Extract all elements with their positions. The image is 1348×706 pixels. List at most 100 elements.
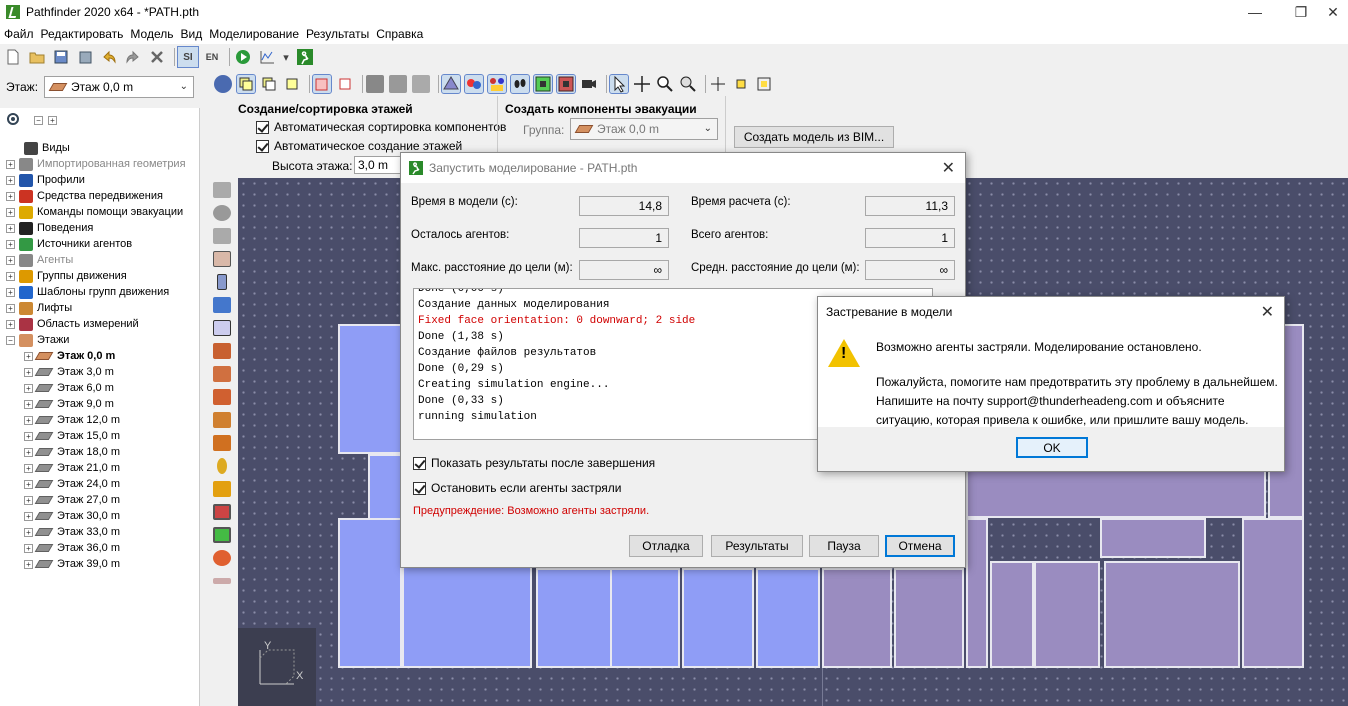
zoom-icon[interactable] (656, 75, 674, 93)
group-dropdown[interactable]: Этаж 0,0 m ⌄ (570, 118, 718, 140)
room[interactable] (402, 558, 532, 668)
tree-item[interactable]: + Поведения (6, 220, 93, 236)
render-mode-shade-icon[interactable] (389, 75, 407, 93)
show-results-checkbox[interactable]: Показать результаты после завершения (413, 456, 655, 470)
auto-create-checkbox[interactable]: Автоматическое создание этажей (256, 139, 462, 153)
tree-floor-item[interactable]: + Этаж 18,0 m (24, 444, 120, 460)
tree-expand-icon[interactable]: + (6, 159, 15, 169)
tree-expand-icon[interactable]: + (6, 287, 15, 297)
exit-runner-icon[interactable] (295, 47, 315, 67)
tree-expand-icon[interactable]: + (24, 495, 33, 505)
place-group-icon[interactable] (213, 481, 231, 497)
expand-all-icon[interactable]: + (48, 116, 57, 125)
room[interactable] (536, 568, 612, 668)
place-agent-icon[interactable] (217, 458, 227, 474)
zoom-extents-icon[interactable] (732, 75, 750, 93)
select-component-icon[interactable] (283, 75, 301, 93)
en-units-button[interactable]: EN (202, 47, 222, 67)
draw-ramp-icon[interactable] (213, 389, 231, 405)
tree-expand-icon[interactable]: + (24, 559, 33, 569)
zoom-box-icon[interactable] (679, 75, 697, 93)
tree-expand-icon[interactable]: + (24, 479, 33, 489)
menu-edit[interactable]: Редактировать (41, 27, 124, 41)
measurement-region-icon[interactable] (213, 504, 231, 520)
draw-room-icon[interactable] (213, 251, 231, 267)
tree-expand-icon[interactable]: + (24, 543, 33, 553)
tree-floor-item[interactable]: + Этаж 3,0 m (24, 364, 114, 380)
tree-item[interactable]: + Лифты (6, 300, 72, 316)
tree-expand-icon[interactable]: + (6, 319, 15, 329)
navigation-view-icon[interactable] (214, 75, 232, 93)
room[interactable] (1242, 518, 1304, 668)
tree-item[interactable]: + Профили (6, 172, 85, 188)
draw-escalator-icon[interactable] (213, 412, 231, 428)
show-agents-icon[interactable] (464, 74, 484, 94)
menu-help[interactable]: Справка (376, 27, 423, 41)
run-simulation-icon[interactable] (233, 47, 253, 67)
tree-item[interactable]: − Этажи (6, 332, 69, 348)
tree-floor-item[interactable]: + Этаж 12,0 m (24, 412, 120, 428)
draw-elevator-icon[interactable] (213, 435, 231, 451)
render-mode-solid-icon[interactable] (366, 75, 384, 93)
tree-item[interactable]: + Средства передвижения (6, 188, 163, 204)
menu-model[interactable]: Модель (130, 27, 173, 41)
tree-item[interactable]: + Агенты (6, 252, 73, 268)
room[interactable] (1034, 561, 1100, 668)
tree-expand-icon[interactable]: + (6, 239, 15, 249)
corridor[interactable] (368, 454, 402, 520)
undo-icon[interactable] (99, 47, 119, 67)
room[interactable] (338, 518, 402, 668)
tree-floor-item[interactable]: + Этаж 27,0 m (24, 492, 120, 508)
room[interactable] (610, 568, 680, 668)
draw-door-icon[interactable] (213, 297, 231, 313)
tree-item[interactable]: + Область измерений (6, 316, 139, 332)
menu-results[interactable]: Результаты (306, 27, 369, 41)
tree-expand-icon[interactable]: + (24, 527, 33, 537)
checkbox-box[interactable] (256, 120, 269, 134)
agent-source-icon[interactable] (213, 527, 231, 543)
room[interactable] (822, 568, 892, 668)
ok-button[interactable]: OK (1016, 437, 1088, 458)
room[interactable] (338, 324, 402, 454)
tree-expand-icon[interactable]: + (6, 303, 15, 313)
pointer-select-icon[interactable] (609, 74, 629, 94)
tree-expand-icon[interactable]: + (6, 191, 15, 201)
paint-tool-icon[interactable] (213, 550, 231, 566)
new-file-icon[interactable] (3, 47, 23, 67)
rotate-tool-icon[interactable] (213, 205, 231, 221)
tree-expand-icon[interactable]: + (6, 207, 15, 217)
tree-floor-item[interactable]: + Этаж 39,0 m (24, 556, 120, 572)
tree-floor-item[interactable]: + Этаж 30,0 m (24, 508, 120, 524)
si-units-button[interactable]: SI (177, 46, 199, 68)
checkbox-box[interactable] (256, 139, 269, 153)
show-measurement-icon[interactable] (556, 74, 576, 94)
tree-expand-icon[interactable]: + (6, 271, 15, 281)
tree-expand-icon[interactable]: + (24, 383, 33, 393)
view-3d-box-icon[interactable] (312, 74, 332, 94)
orbit-tool-icon[interactable] (213, 228, 231, 244)
room[interactable] (894, 568, 964, 668)
tree-item[interactable]: + Шаблоны групп движения (6, 284, 169, 300)
room[interactable] (1100, 518, 1206, 558)
tree-floor-item[interactable]: + Этаж 15,0 m (24, 428, 120, 444)
draw-wall-icon[interactable] (217, 274, 227, 290)
show-footprints-icon[interactable] (510, 74, 530, 94)
tree-floor-item[interactable]: + Этаж 33,0 m (24, 524, 120, 540)
minimize-button[interactable]: — (1232, 0, 1278, 24)
tree-expand-icon[interactable]: + (24, 447, 33, 457)
pause-button[interactable]: Пауза (809, 535, 879, 557)
tree-item[interactable]: + Источники агентов (6, 236, 132, 252)
checkbox-box[interactable] (413, 481, 426, 495)
close-icon[interactable]: ✕ (942, 158, 955, 178)
floor-height-input[interactable]: 3,0 m (354, 156, 404, 174)
close-icon[interactable]: ✕ (1261, 302, 1274, 322)
snap-grid-icon[interactable] (709, 75, 727, 93)
floor-dropdown[interactable]: Этаж 0,0 m ⌄ (44, 76, 195, 98)
tree-floor-item[interactable]: + Этаж 9,0 m (24, 396, 114, 412)
tree-expand-icon[interactable]: + (24, 511, 33, 521)
tree-collapse-icon[interactable]: − (6, 335, 15, 345)
stop-if-stuck-checkbox[interactable]: Остановить если агенты застряли (413, 481, 622, 495)
redo-icon[interactable] (123, 47, 143, 67)
auto-sort-checkbox[interactable]: Автоматическая сортировка компонентов (256, 120, 506, 134)
view-2d-box-icon[interactable] (336, 75, 354, 93)
